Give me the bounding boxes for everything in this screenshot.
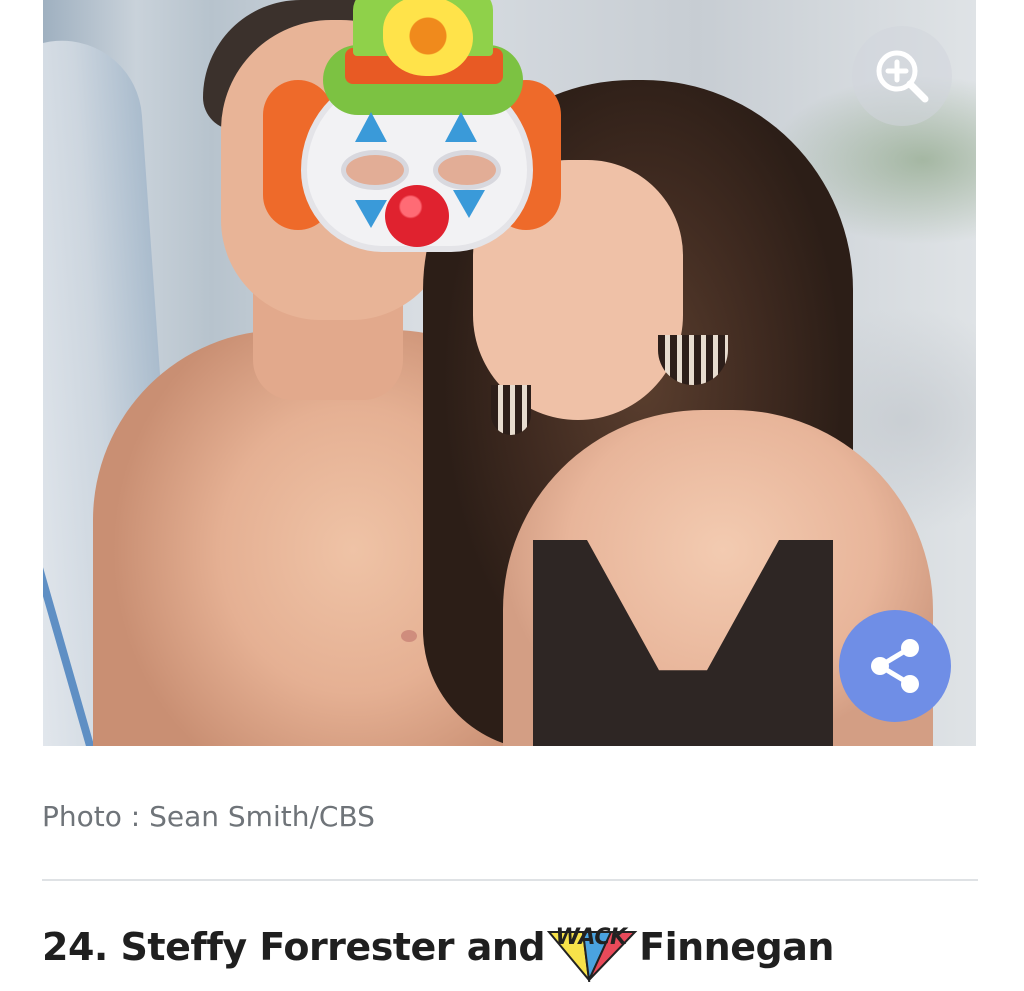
wack-sticker: WACK — [543, 922, 639, 984]
share-button[interactable] — [839, 610, 951, 722]
zoom-button[interactable] — [852, 26, 952, 126]
heading-text-start: 24. Steffy Forrester and — [42, 925, 546, 969]
earring-left — [491, 385, 531, 435]
clown-eye-marking — [355, 112, 387, 142]
divider — [42, 879, 978, 881]
clown-flower-icon — [383, 0, 473, 76]
clown-eye-marking — [445, 112, 477, 142]
wack-sticker-icon: WACK — [546, 925, 638, 984]
article-heading: 24. Steffy Forrester and WACK Finnegan — [42, 922, 834, 984]
article-photo[interactable] — [43, 0, 976, 746]
zoom-in-icon — [876, 50, 929, 103]
wack-sticker-text: WACK — [556, 925, 629, 950]
clown-eye-marking — [355, 200, 387, 228]
clown-eye-right — [433, 150, 501, 190]
heading-text-end: Finnegan — [639, 925, 834, 969]
share-icon — [871, 639, 919, 693]
clown-eye-marking — [453, 190, 485, 218]
photo-credit: Photo : Sean Smith/CBS — [42, 800, 375, 833]
clown-eye-left — [341, 150, 409, 190]
chest-detail — [401, 630, 417, 642]
clown-face-sticker — [263, 0, 561, 252]
clown-nose — [385, 185, 449, 247]
